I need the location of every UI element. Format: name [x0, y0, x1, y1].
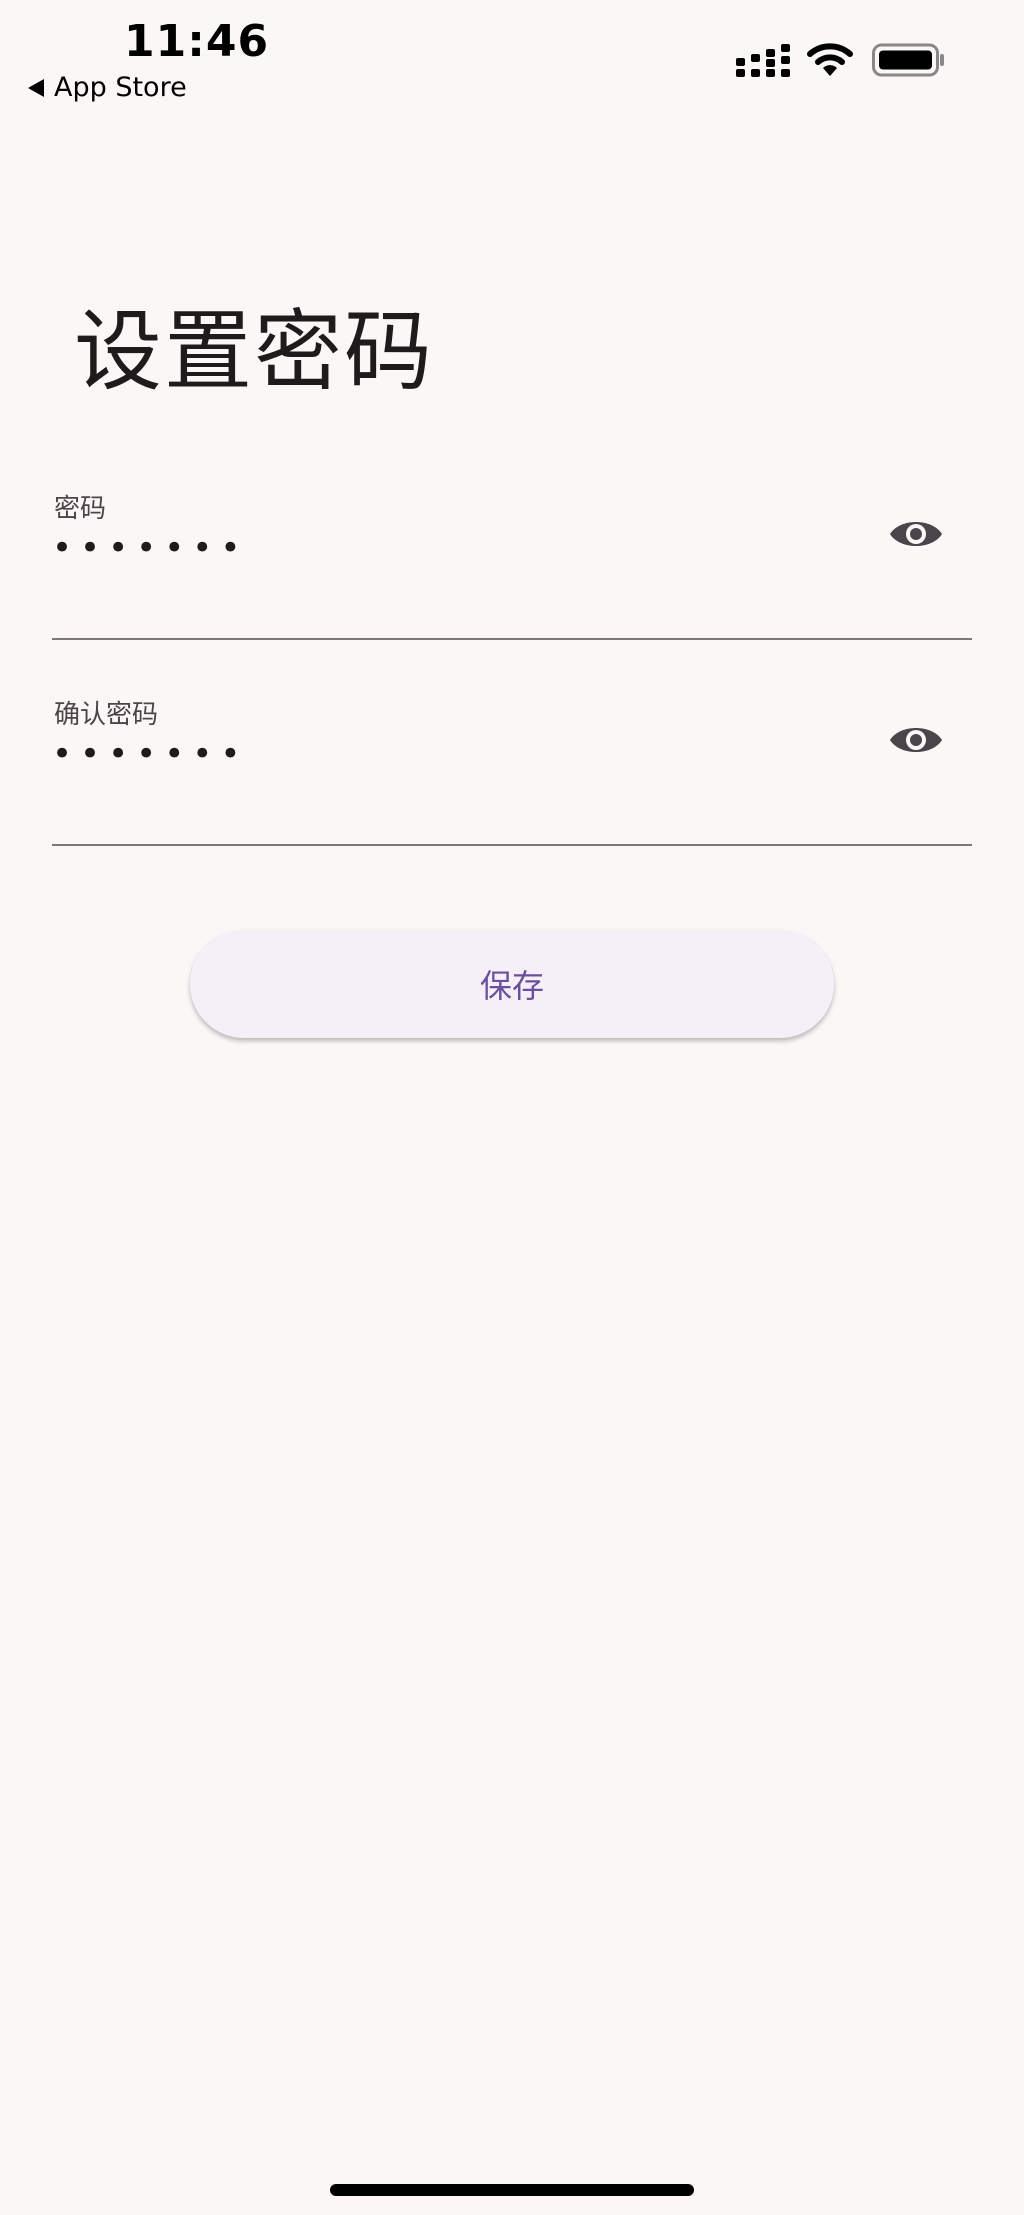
password-input[interactable]: ••••••• — [52, 528, 248, 568]
status-bar: 11:46 App Store — [0, 0, 1024, 120]
back-to-app-store[interactable]: App Store — [28, 72, 187, 103]
eye-icon[interactable] — [888, 514, 944, 554]
confirm-password-label: 确认密码 — [54, 700, 159, 730]
page-title: 设置密码 — [74, 299, 435, 403]
password-label: 密码 — [54, 494, 107, 524]
eye-icon[interactable] — [888, 720, 944, 760]
status-time: 11:46 — [124, 16, 270, 67]
back-label: App Store — [54, 72, 187, 103]
wifi-icon — [807, 43, 853, 76]
back-arrow-icon — [28, 78, 44, 97]
save-button-label: 保存 — [479, 968, 544, 1004]
password-field[interactable]: 密码 ••••••• — [52, 488, 972, 640]
confirm-password-field[interactable]: 确认密码 ••••••• — [52, 694, 972, 846]
home-indicator[interactable] — [330, 2184, 694, 2196]
save-button[interactable]: 保存 — [190, 930, 834, 1038]
battery-icon — [872, 43, 944, 77]
signal-icon — [736, 44, 790, 77]
confirm-password-input[interactable]: ••••••• — [52, 734, 248, 774]
